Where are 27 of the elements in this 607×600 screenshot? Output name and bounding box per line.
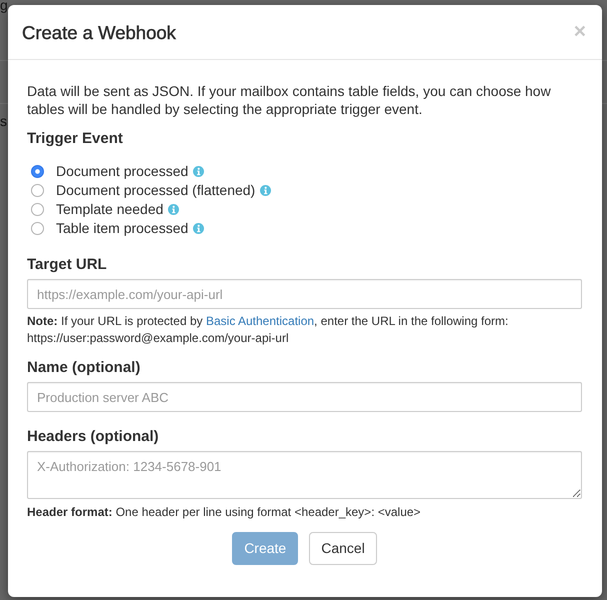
header-format-text: Header format: One header per line using format <header_key>: <value> [27, 504, 422, 521]
cancel-button[interactable]: Cancel [309, 532, 377, 565]
field-label: Target URL [27, 255, 108, 275]
info-icon[interactable] [193, 166, 204, 177]
radio-label[interactable]: Document processed (flattened) [56, 181, 256, 200]
radio-button[interactable] [31, 222, 44, 235]
info-icon[interactable] [260, 185, 272, 196]
radio-button[interactable] [31, 203, 44, 216]
name-input[interactable]: Production server ABC [27, 382, 582, 412]
field-label: Trigger Event [27, 129, 124, 149]
intro-text: Data will be sent as JSON. If your mailbox contains table fields, you can choose how tables will be handled by selecting the appropriate trigger event. [27, 82, 552, 118]
field-label: Name (optional) [27, 358, 142, 378]
basic-auth-link[interactable]: Basic Authentication [206, 314, 314, 328]
radio-button[interactable] [31, 165, 44, 178]
radio-label[interactable]: Table item processed [56, 219, 188, 238]
dialog-title: Create a Webhook [22, 21, 176, 45]
background-text: s [0, 113, 7, 129]
url-input[interactable]: https://example.com/your-api-url [27, 279, 582, 309]
field-label: Headers (optional) [27, 427, 160, 447]
radio-button[interactable] [31, 184, 44, 197]
info-icon[interactable] [193, 223, 204, 234]
radio-label[interactable]: Template needed [56, 200, 164, 219]
headers-textarea[interactable]: X-Authorization: 1234-5678-901 [27, 451, 582, 499]
info-icon[interactable] [168, 204, 180, 215]
radio-label[interactable]: Document processed [56, 162, 188, 181]
background-text: g [0, 0, 8, 11]
note-text: Note: If your URL is protected by Basic Authentication, enter the URL in the following form: https://user:password@example.com/your-api-url [27, 313, 510, 347]
